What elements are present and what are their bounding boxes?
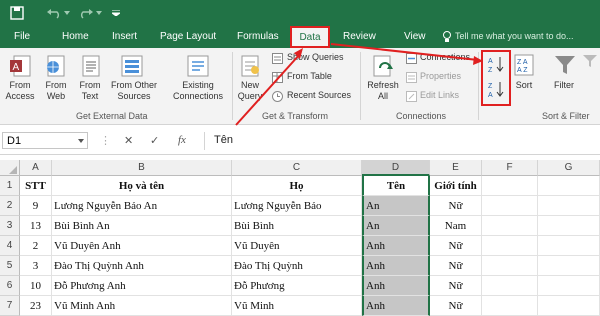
annotation-arrows	[235, 43, 483, 126]
